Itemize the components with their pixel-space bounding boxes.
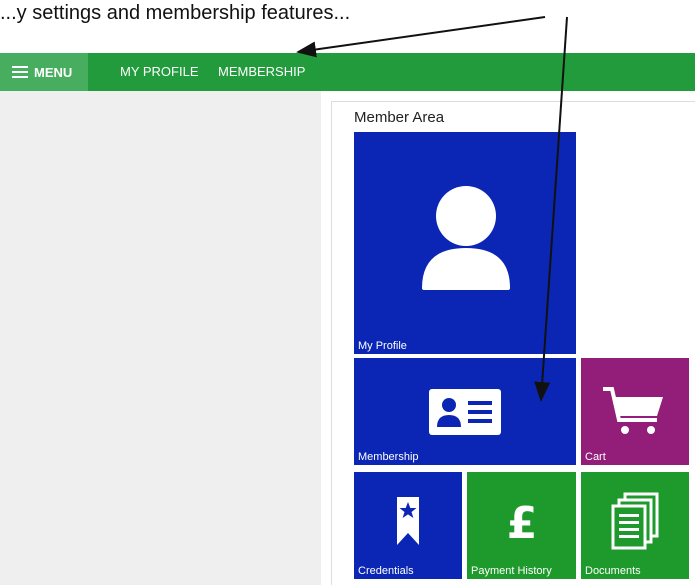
tile-label-cart: Cart [585,451,606,463]
svg-text:£: £ [507,498,538,542]
tile-cart[interactable]: Cart [581,358,689,465]
top-navbar: MENU MY PROFILE MEMBERSHIP [0,53,695,91]
documents-icon [611,492,659,550]
tile-my-profile[interactable]: My Profile [354,132,576,354]
tile-credentials[interactable]: Credentials [354,472,462,579]
nav-link-membership[interactable]: MEMBERSHIP [218,53,305,91]
nav-link-my-profile[interactable]: MY PROFILE [120,53,199,91]
id-card-icon [429,389,501,435]
tile-membership[interactable]: Membership [354,358,576,465]
bookmark-star-icon [397,497,419,545]
tile-payment-history[interactable]: £ Payment History [467,472,576,579]
hamburger-icon [12,63,28,81]
menu-label: MENU [34,64,73,80]
tile-label-membership: Membership [358,451,419,463]
left-sidebar [0,91,321,585]
intro-text: ...y settings and membership features... [0,2,351,24]
cart-icon [603,387,663,434]
menu-button[interactable]: MENU [0,53,88,91]
tile-label-payment-history: Payment History [471,565,552,577]
user-icon [422,186,510,290]
pound-icon: £ [507,498,538,542]
tile-documents[interactable]: Documents [581,472,689,579]
member-area-title: Member Area [354,109,445,126]
tile-label-credentials: Credentials [358,565,414,577]
tile-label-my-profile: My Profile [358,340,407,352]
tile-label-documents: Documents [585,565,641,577]
